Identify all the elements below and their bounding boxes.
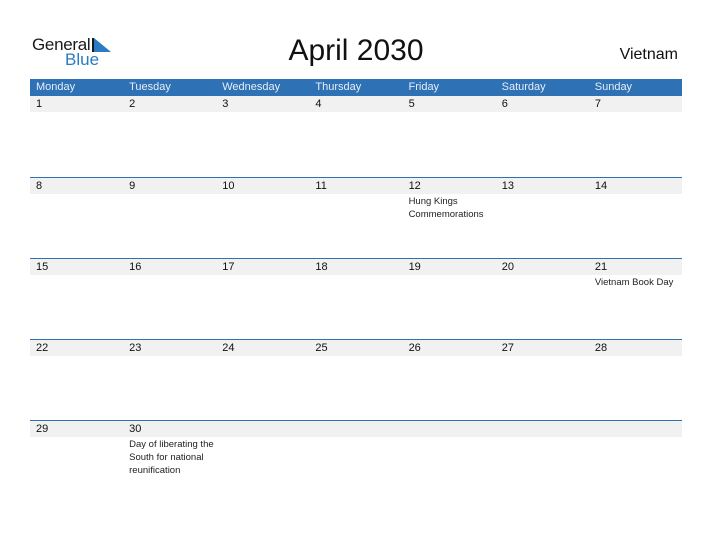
weekday-monday: Monday <box>36 81 76 93</box>
week-row: 22 23 24 25 26 27 28 <box>30 339 682 421</box>
holiday-event: Vietnam Book Day <box>594 277 674 288</box>
day-number: 13 <box>501 180 514 192</box>
day-cell <box>589 421 682 502</box>
day-number: 16 <box>129 261 142 273</box>
day-number: 8 <box>36 180 43 192</box>
day-cell: 26 <box>403 340 496 421</box>
day-cell: 2 <box>123 96 216 177</box>
calendar-title: April 2030 <box>288 34 424 67</box>
day-cell: 23 <box>123 340 216 421</box>
day-number: 29 <box>36 423 49 435</box>
week-row: 15 16 17 18 19 20 21 Vietnam Book Day <box>30 258 682 340</box>
day-cell: 17 <box>216 259 309 340</box>
day-cell: 4 <box>309 96 402 177</box>
day-cell: 20 <box>496 259 589 340</box>
day-number: 4 <box>315 98 322 110</box>
day-number: 10 <box>222 180 235 192</box>
day-number: 3 <box>222 98 229 110</box>
day-number: 27 <box>501 342 514 354</box>
day-cell <box>496 421 589 502</box>
day-number: 6 <box>501 98 508 110</box>
day-number: 19 <box>408 261 421 273</box>
day-cell: 9 <box>123 178 216 259</box>
day-cell: 14 <box>589 178 682 259</box>
day-cell <box>216 421 309 502</box>
day-number: 12 <box>408 180 421 192</box>
day-number: 14 <box>594 180 608 192</box>
week-row: 29 30 Day of liberating the South for nati… <box>30 420 682 502</box>
day-number: 25 <box>315 342 328 354</box>
day-number: 21 <box>594 261 608 273</box>
day-cell: 3 <box>216 96 309 177</box>
day-number: 1 <box>36 98 43 110</box>
day-number: 22 <box>36 342 49 354</box>
day-cell <box>403 421 496 502</box>
day-cell: 21 Vietnam Book Day <box>589 259 682 340</box>
day-cell: 5 <box>403 96 496 177</box>
day-cell: 11 <box>309 178 402 259</box>
day-number: 15 <box>36 261 49 273</box>
day-cell: 25 <box>309 340 402 421</box>
day-number: 7 <box>594 98 601 110</box>
day-cell <box>309 421 402 502</box>
holiday-event: Day of liberating the South for national… <box>129 439 214 476</box>
day-cell: 7 <box>589 96 682 177</box>
weekday-header: Monday Tuesday Wednesday Thursday Friday… <box>30 79 682 96</box>
weekday-sunday: Sunday <box>594 81 633 93</box>
day-cell: 29 <box>30 421 123 502</box>
weekday-thursday: Thursday <box>315 81 362 93</box>
day-cell: 12 Hung Kings Commemorations <box>403 178 496 259</box>
week-row: 8 9 10 11 12 Hung Kings Commemorations 13 14 <box>30 177 682 259</box>
day-number: 2 <box>129 98 136 110</box>
weekday-wednesday: Wednesday <box>222 81 281 93</box>
country-label: Vietnam <box>619 46 678 63</box>
day-number: 28 <box>594 342 608 354</box>
day-cell: 24 <box>216 340 309 421</box>
day-cell: 19 <box>403 259 496 340</box>
day-number: 23 <box>129 342 142 354</box>
day-number: 26 <box>408 342 421 354</box>
weekday-tuesday: Tuesday <box>129 81 171 93</box>
day-cell: 30 Day of liberating the South for nation… <box>123 421 216 502</box>
day-number: 11 <box>315 180 327 192</box>
holiday-event: Hung Kings Commemorations <box>408 196 484 220</box>
day-cell: 16 <box>123 259 216 340</box>
day-number: 17 <box>222 261 235 273</box>
day-cell: 8 <box>30 178 123 259</box>
day-cell: 10 <box>216 178 309 259</box>
day-cell: 28 <box>589 340 682 421</box>
day-number: 9 <box>129 180 136 192</box>
day-cell: 15 <box>30 259 123 340</box>
week-row: 1 2 3 4 5 6 7 <box>30 96 682 177</box>
day-number: 24 <box>222 342 235 354</box>
day-cell: 27 <box>496 340 589 421</box>
day-number: 20 <box>501 261 514 273</box>
day-number: 5 <box>408 98 415 110</box>
day-cell: 1 <box>30 96 123 177</box>
day-cell: 22 <box>30 340 123 421</box>
weekday-friday: Friday <box>408 81 440 93</box>
day-cell: 13 <box>496 178 589 259</box>
day-number: 18 <box>315 261 328 273</box>
day-number: 30 <box>129 423 142 435</box>
weekday-saturday: Saturday <box>501 81 546 93</box>
day-cell: 6 <box>496 96 589 177</box>
day-cell: 18 <box>309 259 402 340</box>
